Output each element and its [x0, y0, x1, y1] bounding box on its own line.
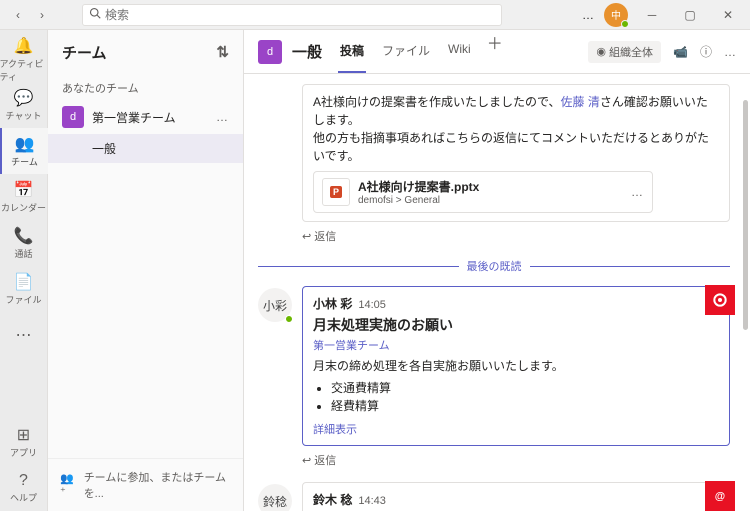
search-input[interactable] — [105, 8, 495, 22]
message-text: 月末の締め処理を各自実施お願いいたします。 交通費精算 経費精算 — [313, 357, 719, 415]
search-box[interactable] — [82, 4, 502, 26]
org-visibility[interactable]: ◉組織全体 — [588, 41, 661, 63]
show-detail-link[interactable]: 詳細表示 — [313, 421, 719, 437]
more-icon: ⋯ — [16, 325, 32, 345]
filter-icon[interactable]: ⇅ — [216, 43, 229, 61]
author-name: 小林 彩 — [313, 297, 352, 311]
channel-title: 一般 — [292, 41, 322, 62]
presence-indicator — [621, 20, 629, 28]
tab-files[interactable]: ファイル — [380, 30, 432, 73]
app-rail: 🔔アクティビティ 💬チャット 👥チーム 📅カレンダー 📞通話 📄ファイル ⋯ ⊞… — [0, 30, 48, 511]
team-row[interactable]: d 第一営業チーム … — [48, 100, 243, 134]
teams-icon: 👥 — [15, 134, 35, 154]
people-add-icon: 👥⁺ — [60, 472, 78, 498]
rail-calendar[interactable]: 📅カレンダー — [0, 174, 48, 220]
more-icon[interactable]: … — [582, 8, 594, 22]
join-create-team[interactable]: 👥⁺ チームに参加、またはチームを... — [48, 458, 243, 511]
presence-indicator — [285, 315, 293, 323]
sidebar-title: チーム — [62, 42, 107, 63]
tab-posts[interactable]: 投稿 — [338, 30, 366, 73]
message-item: 小彩 小林 彩 14:05 月末処理実施のお願い 第一営業チーム 月末の締め処理を… — [258, 286, 730, 468]
tab-add[interactable]: ＋ — [487, 30, 503, 73]
search-icon — [89, 7, 101, 22]
channel-header: d 一般 投稿 ファイル Wiki ＋ ◉組織全体 📹 ⓘ … — [244, 30, 750, 74]
title-bar: ‹ › … 中 ─ ▢ ✕ — [0, 0, 750, 30]
author-name: 鈴木 稔 — [313, 493, 352, 507]
reply-button[interactable]: ↩ 返信 — [302, 452, 730, 468]
calendar-icon: 📅 — [14, 180, 34, 200]
back-button[interactable]: ‹ — [8, 5, 28, 25]
attachment[interactable]: P A社様向け提案書.pptx demofsi > General … — [313, 171, 653, 213]
user-avatar[interactable]: 中 — [604, 3, 628, 27]
teams-sidebar: チーム ⇅ あなたのチーム d 第一営業チーム … 一般 👥⁺ チームに参加、ま… — [48, 30, 244, 511]
author-avatar[interactable]: 小彩 — [258, 288, 292, 322]
mention-link[interactable]: 佐藤 清 — [561, 95, 600, 109]
tab-wiki[interactable]: Wiki — [446, 30, 473, 73]
team-more-icon[interactable]: … — [216, 110, 229, 124]
file-icon: 📄 — [14, 272, 34, 292]
rail-more[interactable]: ⋯ — [0, 312, 48, 358]
scrollbar[interactable] — [743, 100, 748, 330]
channel-row[interactable]: 一般 — [48, 134, 243, 163]
attachment-more-icon[interactable]: … — [631, 185, 644, 199]
forward-button[interactable]: › — [32, 5, 52, 25]
rail-calls[interactable]: 📞通話 — [0, 220, 48, 266]
message-title: 月末処理実施のお願い — [313, 315, 719, 335]
attachment-name: A社様向け提案書.pptx — [358, 178, 623, 195]
team-name: 第一営業チーム — [92, 109, 176, 126]
sidebar-section-label: あなたのチーム — [48, 74, 243, 100]
message-text: A社様向けの提案書を作成いたしましたので、佐藤 清さん確認お願いいたします。 他… — [313, 93, 719, 165]
meet-icon[interactable]: 📹 — [673, 45, 688, 59]
last-read-divider: 最後の既読 — [258, 258, 730, 274]
rail-chat[interactable]: 💬チャット — [0, 82, 48, 128]
help-icon: ? — [19, 472, 28, 490]
rail-files[interactable]: 📄ファイル — [0, 266, 48, 312]
team-avatar: d — [62, 106, 84, 128]
powerpoint-icon: P — [322, 178, 350, 206]
message-time: 14:05 — [358, 299, 386, 311]
apps-icon: ⊞ — [17, 425, 30, 445]
attachment-location: demofsi > General — [358, 195, 623, 206]
rail-activity[interactable]: 🔔アクティビティ — [0, 36, 48, 82]
channel-avatar: d — [258, 40, 282, 64]
rail-help[interactable]: ?ヘルプ — [0, 465, 48, 511]
phone-icon: 📞 — [14, 226, 34, 246]
rail-teams[interactable]: 👥チーム — [0, 128, 48, 174]
close-button[interactable]: ✕ — [714, 5, 742, 25]
header-more-icon[interactable]: … — [724, 45, 736, 59]
message-time: 14:43 — [358, 495, 386, 507]
rail-apps[interactable]: ⊞アプリ — [0, 419, 48, 465]
bell-icon: 🔔 — [14, 36, 34, 56]
info-icon[interactable]: ⓘ — [700, 43, 712, 60]
maximize-button[interactable]: ▢ — [676, 5, 704, 25]
reply-button[interactable]: ↩ 返信 — [302, 228, 730, 244]
message-list: A社様向けの提案書を作成いたしましたので、佐藤 清さん確認お願いいたします。 他… — [244, 74, 750, 511]
message-team-link[interactable]: 第一営業チーム — [313, 337, 719, 353]
chat-icon: 💬 — [14, 88, 34, 108]
globe-icon: ◉ — [596, 45, 606, 58]
svg-text:@: @ — [715, 490, 725, 502]
minimize-button[interactable]: ─ — [638, 5, 666, 25]
message-item: A社様向けの提案書を作成いたしましたので、佐藤 清さん確認お願いいたします。 他… — [258, 84, 730, 244]
message-item: 鈴稔 @ 鈴木 稔14:43 中村 愛 電話で依頼のあった問い合わせの件、対応お… — [258, 482, 730, 511]
channel-main: d 一般 投稿 ファイル Wiki ＋ ◉組織全体 📹 ⓘ … — [244, 30, 750, 511]
author-avatar[interactable]: 鈴稔 — [258, 484, 292, 511]
importance-badge — [705, 285, 735, 315]
mention-badge: @ — [705, 481, 735, 511]
